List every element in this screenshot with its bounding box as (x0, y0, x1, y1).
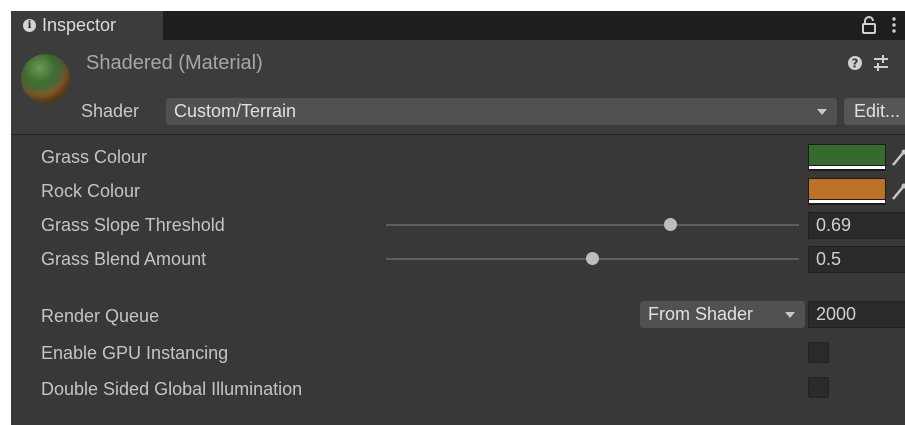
grass-slope-value-field[interactable]: 0.69 (808, 212, 905, 239)
shader-dropdown-value: Custom/Terrain (174, 101, 297, 121)
gpu-instancing-checkbox[interactable] (808, 342, 829, 363)
help-icon[interactable]: ? (847, 55, 863, 71)
info-icon: i (23, 19, 36, 32)
grass-blend-amount-label: Grass Blend Amount (41, 249, 207, 269)
shader-dropdown[interactable]: Custom/Terrain (166, 98, 837, 125)
double-sided-gi-label: Double Sided Global Illumination (41, 379, 303, 399)
inspector-panel: i Inspector Shadered (Material) ? Shader… (11, 11, 905, 425)
alpha-bar (809, 166, 885, 169)
render-queue-value-field[interactable]: 2000 (808, 301, 905, 328)
kebab-menu-icon[interactable] (891, 17, 897, 33)
material-header: Shadered (Material) ? Shader Custom/Terr… (11, 40, 905, 135)
grass-blend-value-field[interactable]: 0.5 (808, 246, 905, 273)
svg-text:?: ? (852, 57, 859, 71)
eyedropper-icon[interactable] (891, 149, 905, 167)
material-title: Shadered (Material) (86, 52, 263, 74)
grass-colour-swatch (809, 145, 885, 165)
render-queue-dropdown[interactable]: From Shader (640, 301, 805, 328)
preset-settings-icon[interactable] (873, 54, 889, 72)
lock-icon[interactable] (862, 16, 876, 34)
grass-colour-field[interactable] (808, 144, 886, 171)
shader-label: Shader (81, 101, 140, 121)
grass-slope-slider-track[interactable] (386, 224, 799, 226)
eyedropper-icon[interactable] (891, 183, 905, 201)
rock-colour-label: Rock Colour (41, 181, 141, 201)
render-queue-mode: From Shader (648, 304, 754, 324)
grass-slope-slider-thumb[interactable] (664, 218, 678, 231)
render-queue-label: Render Queue (41, 306, 160, 326)
tab-bar: i Inspector (11, 11, 905, 40)
tab-inspector[interactable]: i Inspector (11, 11, 163, 40)
grass-blend-slider-thumb[interactable] (586, 252, 599, 265)
alpha-bar (809, 200, 885, 203)
chevron-down-icon (785, 312, 795, 318)
gpu-instancing-label: Enable GPU Instancing (41, 343, 229, 363)
chevron-down-icon (817, 109, 827, 115)
grass-colour-label: Grass Colour (41, 147, 148, 167)
rock-colour-swatch (809, 179, 885, 199)
rock-colour-field[interactable] (808, 178, 886, 205)
grass-slope-threshold-label: Grass Slope Threshold (41, 215, 225, 235)
tab-inspector-label: Inspector (42, 15, 117, 35)
edit-shader-button[interactable]: Edit... (844, 98, 905, 125)
material-preview-sphere (21, 54, 70, 103)
double-sided-gi-checkbox[interactable] (808, 377, 829, 398)
